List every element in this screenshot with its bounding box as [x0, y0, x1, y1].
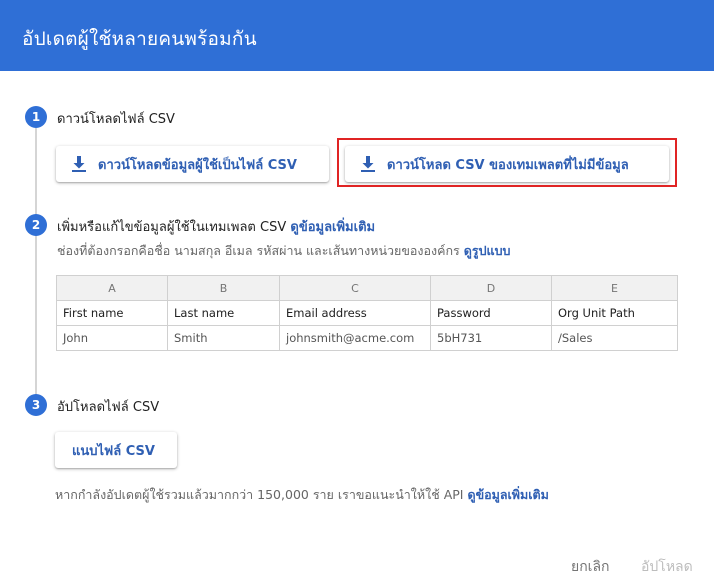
highlight-annotation-box: [337, 138, 677, 187]
table-header-row: First name Last name Email address Passw…: [56, 300, 678, 326]
column-letter: E: [551, 275, 678, 301]
required-fields-hint-row: ช่องที่ต้องกรอกคือชื่อ นามสกุล อีเมล รหั…: [57, 241, 510, 261]
api-note-row: หากกำลังอัปเดตผู้ใช้รวมแล้วมากกว่า 150,0…: [55, 485, 549, 505]
cancel-button[interactable]: ยกเลิก: [571, 556, 610, 578]
attach-csv-label: แนบไฟล์ CSV: [72, 444, 155, 459]
table-header-cell: First name: [56, 300, 168, 326]
csv-example-table: A B C D E First name Last name Email add…: [56, 275, 678, 351]
learn-more-link[interactable]: ดูข้อมูลเพิ่มเติม: [290, 220, 375, 235]
download-user-data-button[interactable]: ดาวน์โหลดข้อมูลผู้ใช้เป็นไฟล์ CSV: [56, 146, 329, 182]
step-3-number: 3: [25, 394, 47, 416]
table-column-letters: A B C D E: [56, 275, 678, 301]
dialog-header: อัปเดตผู้ใช้หลายคนพร้อมกัน: [0, 0, 714, 71]
step-2-title: เพิ่มหรือแก้ไขข้อมูลผู้ใช้ในเทมเพลต CSV: [57, 220, 287, 235]
table-header-cell: Password: [430, 300, 552, 326]
column-letter: D: [430, 275, 552, 301]
step-connector-line: [35, 128, 37, 396]
table-header-cell: Email address: [279, 300, 431, 326]
download-icon: [72, 156, 86, 172]
step-2-title-row: เพิ่มหรือแก้ไขข้อมูลผู้ใช้ในเทมเพลต CSV …: [57, 216, 375, 237]
table-cell: johnsmith@acme.com: [279, 325, 431, 351]
upload-button[interactable]: อัปโหลด: [641, 556, 693, 578]
table-header-cell: Org Unit Path: [551, 300, 678, 326]
column-letter: A: [56, 275, 168, 301]
required-fields-hint: ช่องที่ต้องกรอกคือชื่อ นามสกุล อีเมล รหั…: [57, 243, 460, 258]
step-2-number: 2: [25, 214, 47, 236]
view-example-link[interactable]: ดูรูปแบบ: [464, 243, 511, 258]
step-3-title: อัปโหลดไฟล์ CSV: [57, 400, 160, 415]
column-letter: C: [279, 275, 431, 301]
column-letter: B: [167, 275, 280, 301]
table-header-cell: Last name: [167, 300, 280, 326]
dialog-title: อัปเดตผู้ใช้หลายคนพร้อมกัน: [22, 28, 257, 50]
step-1-number: 1: [25, 106, 47, 128]
download-user-data-label: ดาวน์โหลดข้อมูลผู้ใช้เป็นไฟล์ CSV: [98, 158, 297, 173]
table-cell: Smith: [167, 325, 280, 351]
table-row: John Smith johnsmith@acme.com 5bH731 /Sa…: [56, 325, 678, 351]
api-note-text: หากกำลังอัปเดตผู้ใช้รวมแล้วมากกว่า 150,0…: [55, 487, 464, 502]
api-learn-more-link[interactable]: ดูข้อมูลเพิ่มเติม: [467, 487, 548, 502]
table-cell: /Sales: [551, 325, 678, 351]
attach-csv-button[interactable]: แนบไฟล์ CSV: [55, 432, 177, 468]
step-1-title: ดาวน์โหลดไฟล์ CSV: [57, 112, 175, 127]
table-cell: John: [56, 325, 168, 351]
table-cell: 5bH731: [430, 325, 552, 351]
